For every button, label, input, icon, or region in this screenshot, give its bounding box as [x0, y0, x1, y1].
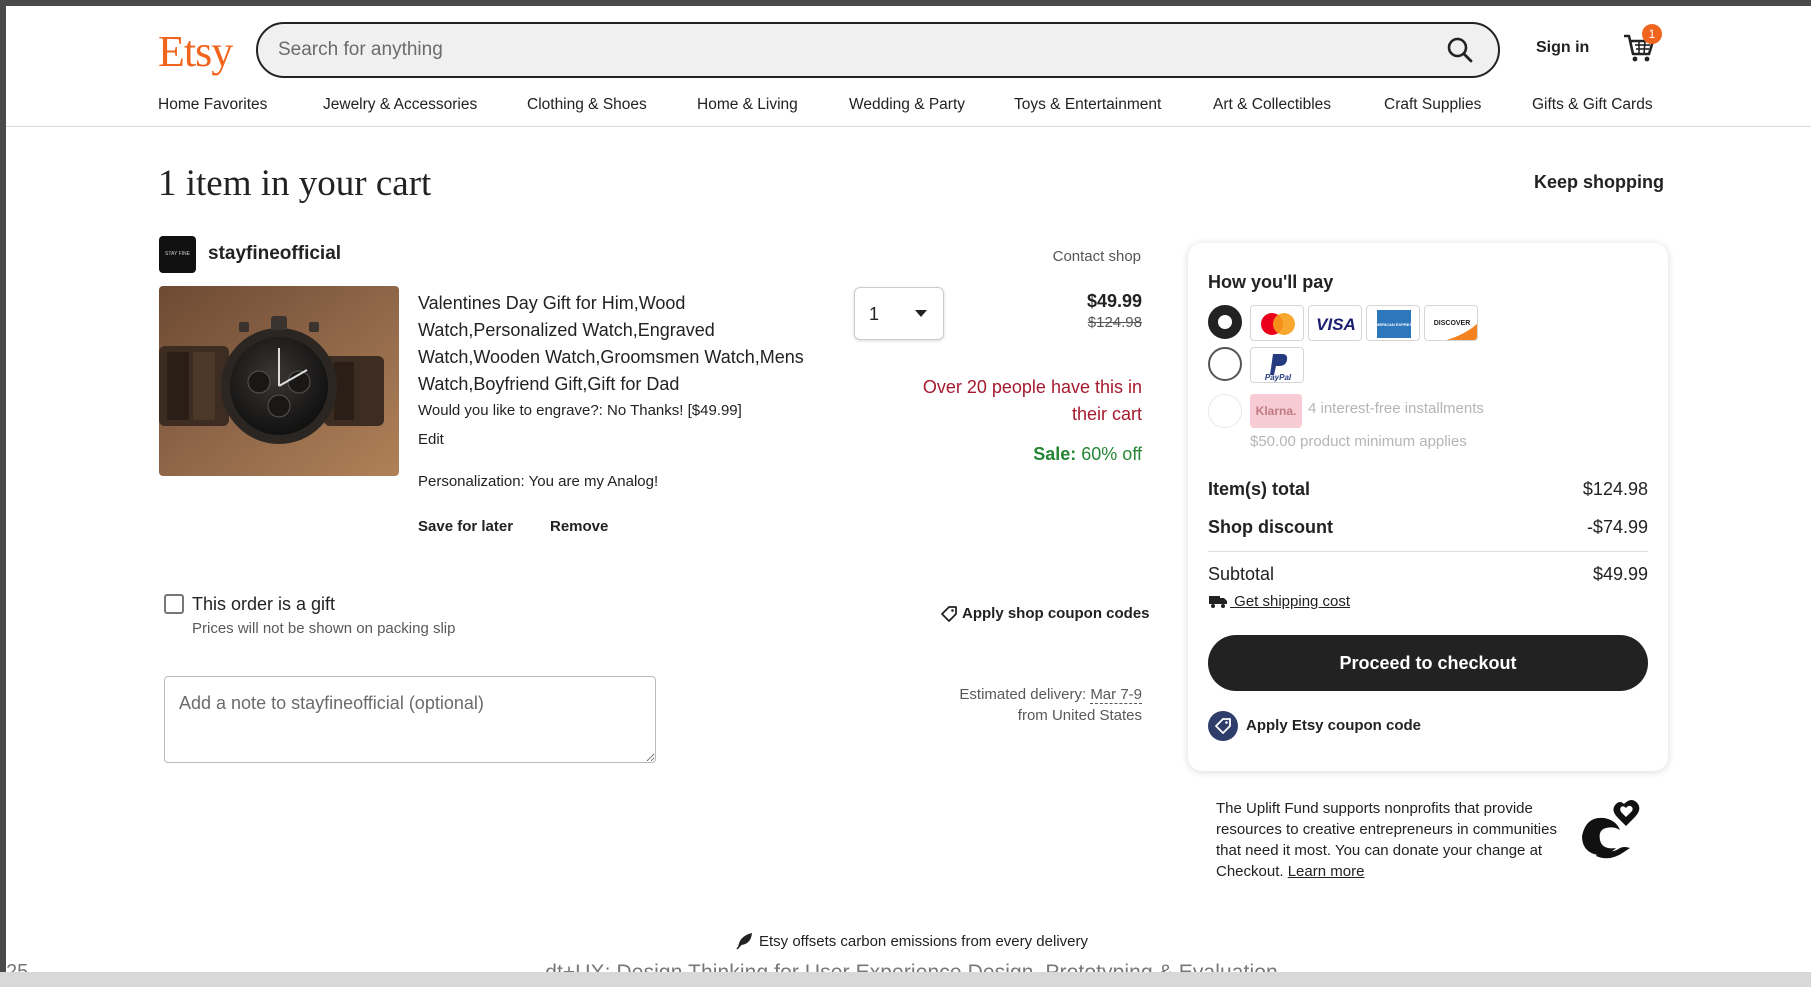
proceed-to-checkout-button[interactable]: Proceed to checkout [1208, 635, 1648, 691]
search-bar [256, 22, 1500, 78]
search-icon[interactable] [1446, 36, 1474, 64]
header-divider [6, 126, 1811, 127]
browser-page: Etsy Sign in 1 Home Favorites Jewelry & … [6, 6, 1811, 972]
nav-toys-entertainment[interactable]: Toys & Entertainment [1014, 96, 1161, 114]
uplift-hands-heart-icon [1582, 800, 1640, 859]
quantity-select[interactable]: 1 [854, 287, 944, 340]
engrave-option: Would you like to engrave?: No Thanks! [… [418, 402, 742, 419]
truck-icon [1209, 596, 1227, 608]
klarna-installments-text: 4 interest-free installments [1308, 400, 1484, 417]
shop-avatar[interactable]: STAY FINE [159, 236, 196, 273]
chevron-down-icon [915, 310, 927, 317]
nav-home-living[interactable]: Home & Living [697, 96, 798, 114]
keep-shopping-link[interactable]: Keep shopping [1534, 172, 1664, 193]
get-shipping-cost-link[interactable]: Get shipping cost [1208, 593, 1350, 610]
sign-in-link[interactable]: Sign in [1536, 39, 1589, 57]
estimated-delivery: Estimated delivery: Mar 7-9 from United … [886, 684, 1142, 726]
product-image[interactable] [159, 286, 399, 476]
uplift-fund-text: The Uplift Fund supports nonprofits that… [1216, 798, 1576, 882]
apply-etsy-coupon-label: Apply Etsy coupon code [1246, 716, 1422, 734]
shop-discount-label: Shop discount [1208, 517, 1333, 537]
apply-shop-coupon-button[interactable]: Apply shop coupon codes [940, 605, 1150, 623]
slide-caption: dt+UX: Design Thinking for User Experien… [6, 961, 1811, 972]
nav-craft-supplies[interactable]: Craft Supplies [1384, 96, 1481, 114]
paypal-mark: PayPal [1265, 373, 1292, 382]
coupon-tag-icon [1208, 711, 1238, 741]
carbon-offset-note: Etsy offsets carbon emissions from every… [6, 930, 1811, 950]
visa-icon: VISA [1308, 305, 1362, 341]
gift-label[interactable]: This order is a gift [192, 594, 335, 615]
apply-etsy-coupon-button[interactable]: Apply Etsy coupon code [1208, 711, 1421, 741]
remove-button[interactable]: Remove [550, 518, 608, 535]
leaf-icon [736, 933, 752, 950]
nav-home-favorites[interactable]: Home Favorites [158, 96, 267, 114]
subtotal-label: Subtotal [1208, 564, 1275, 584]
etsy-logo[interactable]: Etsy [158, 26, 233, 77]
klarna-minimum-text: $50.00 product minimum applies [1250, 433, 1467, 450]
contact-shop-link[interactable]: Contact shop [1036, 248, 1141, 265]
learn-more-link[interactable]: Learn more [1288, 863, 1365, 880]
nav-clothing-shoes[interactable]: Clothing & Shoes [527, 96, 647, 114]
tag-icon [941, 606, 957, 622]
get-shipping-cost-label: Get shipping cost [1230, 593, 1351, 610]
nav-wedding-party[interactable]: Wedding & Party [849, 96, 965, 114]
nav-gifts-gift-cards[interactable]: Gifts & Gift Cards [1532, 96, 1653, 114]
save-for-later-button[interactable]: Save for later [418, 518, 513, 535]
shop-discount-value: -$74.99 [1586, 517, 1648, 537]
nav-jewelry-accessories[interactable]: Jewelry & Accessories [323, 96, 477, 114]
card-payment-radio[interactable] [1208, 305, 1242, 339]
klarna-logo: Klarna. [1250, 394, 1302, 428]
amex-mark: AMERICAN EXPRESS [1373, 322, 1415, 327]
klarna-payment-radio[interactable] [1208, 394, 1242, 428]
visa-mark: VISA [1316, 315, 1356, 334]
page-title: 1 item in your cart [158, 163, 432, 204]
gift-subtext: Prices will not be shown on packing slip [192, 620, 456, 637]
items-total-value: $124.98 [1582, 479, 1648, 499]
discover-icon: DISCOVER [1424, 305, 1478, 341]
gift-checkbox[interactable] [164, 594, 184, 614]
note-to-seller-input[interactable] [164, 676, 656, 763]
paypal-payment-radio[interactable] [1208, 347, 1242, 381]
search-input[interactable] [278, 36, 1418, 64]
discover-mark: DISCOVER [1434, 320, 1471, 327]
delivery-origin: from United States [1017, 707, 1142, 724]
delivery-dates[interactable]: Mar 7-9 [1090, 686, 1142, 704]
items-total-label: Item(s) total [1208, 479, 1311, 499]
apply-shop-coupon-label: Apply shop coupon codes [962, 605, 1150, 622]
product-title-link[interactable]: Valentines Day Gift for Him,Wood Watch,P… [418, 290, 838, 398]
mastercard-icon [1250, 305, 1304, 341]
sale-value: 60% off [1076, 444, 1142, 464]
payment-summary-card: How you'll pay VISA AMERICAN EXPRESS DIS… [1188, 243, 1668, 771]
shop-name-link[interactable]: stayfineofficial [208, 243, 341, 265]
demand-notice: Over 20 people have this in their cart [922, 377, 1142, 424]
item-price: $49.99 [1086, 291, 1142, 311]
sale-label: Sale: [1033, 444, 1077, 464]
summary-divider [1208, 551, 1648, 552]
nav-art-collectibles[interactable]: Art & Collectibles [1213, 96, 1331, 114]
cart-count-badge: 1 [1642, 24, 1662, 44]
personalization-text: Personalization: You are my Analog! [418, 473, 659, 490]
amex-icon: AMERICAN EXPRESS [1366, 305, 1420, 341]
subtotal-value: $49.99 [1592, 564, 1648, 584]
edit-link[interactable]: Edit [418, 431, 444, 448]
quantity-value: 1 [869, 304, 880, 324]
carbon-offset-text: Etsy offsets carbon emissions from every… [758, 933, 1088, 950]
paypal-icon: PayPal [1250, 347, 1304, 383]
delivery-label: Estimated delivery: [959, 686, 1091, 703]
uplift-description: The Uplift Fund supports nonprofits that… [1216, 800, 1557, 880]
sale-badge: Sale: 60% off [886, 444, 1142, 465]
item-original-price: $124.98 [1087, 314, 1142, 331]
slide-bottom-strip [0, 972, 1811, 987]
payment-title: How you'll pay [1208, 272, 1334, 292]
